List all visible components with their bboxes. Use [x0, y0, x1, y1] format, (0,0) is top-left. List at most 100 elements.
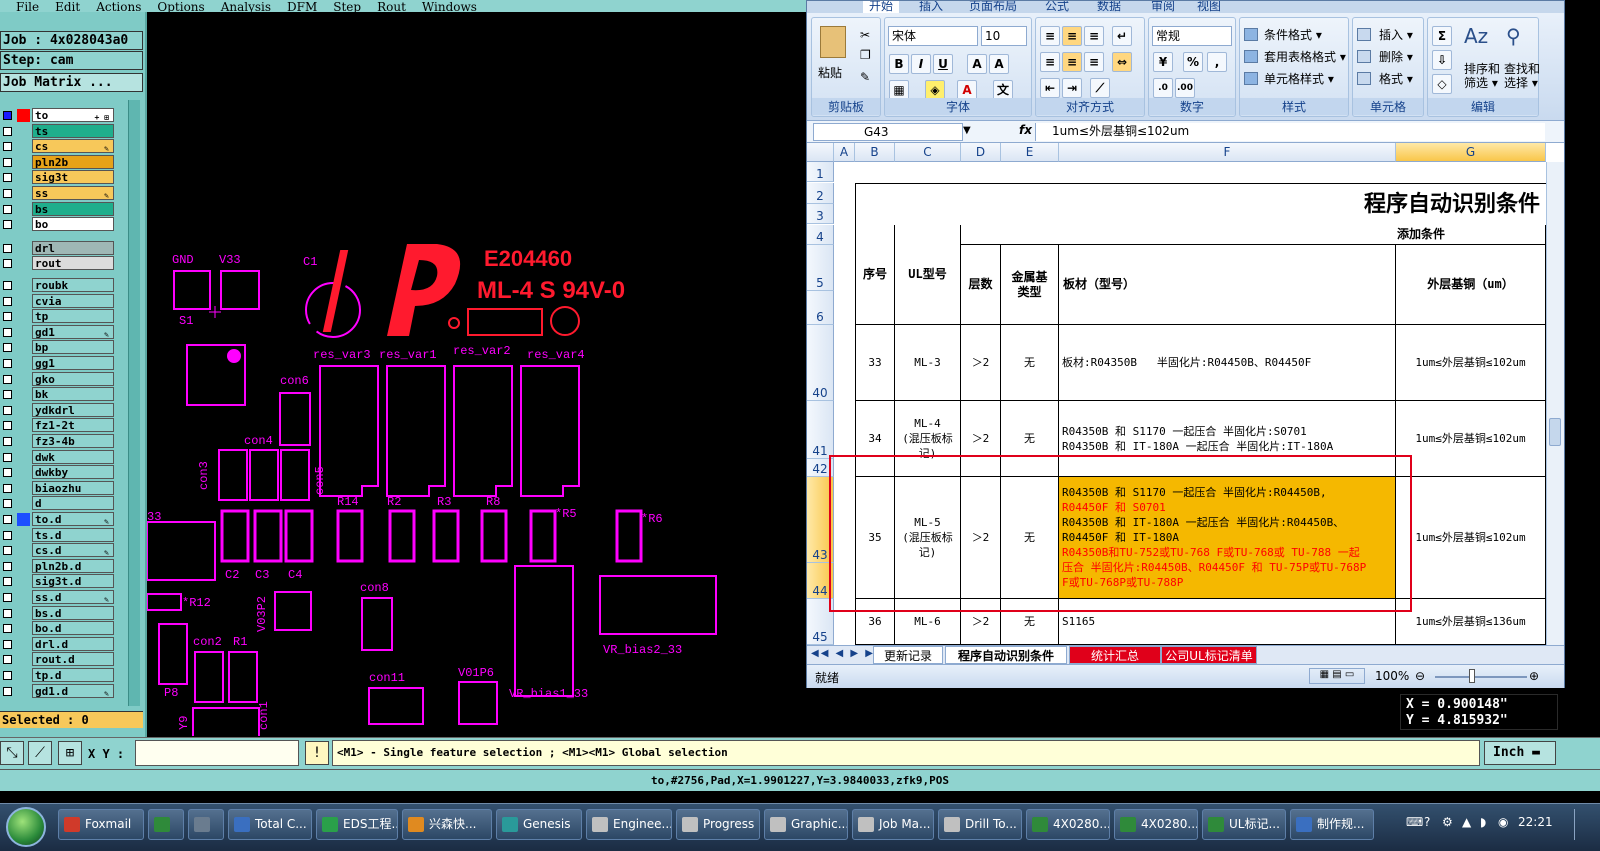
table-cell[interactable]: 板材:R04350B 半固化片:R04450B、R04450F: [1059, 325, 1396, 401]
column-header-c[interactable]: C: [895, 143, 961, 162]
row-header[interactable]: 6: [807, 291, 834, 325]
decrease-decimal-icon[interactable]: .00: [1175, 78, 1195, 98]
layer-row[interactable]: rout: [0, 256, 118, 271]
phonetic-icon[interactable]: 文: [993, 80, 1013, 100]
column-header-e[interactable]: E: [1001, 143, 1059, 162]
layer-row[interactable]: ts: [0, 123, 118, 139]
column-header-a[interactable]: A: [834, 143, 855, 162]
autosum-icon[interactable]: Σ: [1432, 26, 1452, 46]
layer-name[interactable]: bo.d: [32, 621, 114, 636]
layer-checkbox[interactable]: [3, 111, 12, 120]
cells-item[interactable]: 格式 ▾: [1379, 70, 1413, 87]
layer-row[interactable]: ts.d: [0, 527, 118, 543]
menu-step[interactable]: Step: [333, 1, 361, 12]
font-color-icon[interactable]: A: [957, 80, 977, 100]
keyboard-icon[interactable]: ⌨: [1406, 815, 1423, 829]
layer-checkbox[interactable]: [3, 655, 12, 665]
layer-name[interactable]: ts: [32, 123, 114, 138]
layer-checkbox[interactable]: [3, 483, 12, 493]
menu-analysis[interactable]: Analysis: [221, 1, 271, 12]
column-header-d[interactable]: D: [961, 143, 1001, 162]
layer-name[interactable]: ss.d ✎: [32, 590, 114, 604]
layer-row[interactable]: tp: [0, 309, 118, 324]
name-box-dropdown-icon[interactable]: ▼: [963, 125, 971, 136]
layer-checkbox[interactable]: [3, 142, 12, 152]
view-buttons-icon[interactable]: ▦ ▤ ▭: [1309, 668, 1365, 684]
style-item[interactable]: 套用表格格式 ▾: [1264, 48, 1346, 65]
measure-icon[interactable]: ⟋: [28, 741, 52, 765]
table-cell[interactable]: 1um≤外层基铜≤102um: [1396, 477, 1546, 599]
show-desktop-button[interactable]: [1574, 809, 1592, 840]
layer-row[interactable]: cs.d ✎: [0, 543, 118, 558]
units-button[interactable]: Inch ▬: [1484, 741, 1556, 765]
zoom-level[interactable]: 100%: [1375, 669, 1409, 683]
percent-icon[interactable]: %: [1183, 52, 1203, 72]
layer-checkbox[interactable]: [3, 343, 12, 353]
layer-checkbox[interactable]: [3, 296, 12, 306]
layer-row[interactable]: ydkdrl: [0, 402, 118, 418]
layer-row[interactable]: cs ✎: [0, 139, 118, 154]
layer-name[interactable]: cs.d ✎: [32, 543, 114, 558]
sheet-tab[interactable]: 程序自动识别条件: [945, 646, 1067, 664]
layer-name[interactable]: cvia: [32, 293, 114, 308]
taskbar-item[interactable]: Progress: [676, 809, 760, 840]
sheet-tab[interactable]: 公司UL标记清单: [1161, 646, 1257, 664]
align-center-icon[interactable]: ≡: [1062, 52, 1082, 72]
orientation-icon[interactable]: ⟋: [1090, 78, 1110, 98]
sort-filter-icon[interactable]: Aᴢ: [1464, 24, 1488, 48]
formula-input[interactable]: 1um≤外层基铜≤102um: [1035, 123, 1545, 141]
fill-color-icon[interactable]: ◈: [925, 80, 945, 100]
font-name-select[interactable]: 宋体: [888, 26, 978, 46]
layer-name[interactable]: bo: [32, 217, 114, 232]
layer-name[interactable]: d: [32, 496, 114, 511]
layer-checkbox[interactable]: [3, 405, 12, 415]
column-header-f[interactable]: F: [1059, 143, 1396, 162]
layer-row[interactable]: sig3t: [0, 170, 118, 185]
taskbar-item[interactable]: Foxmail: [58, 809, 144, 840]
layer-row[interactable]: gg1: [0, 356, 118, 371]
sheet-tab[interactable]: 更新记录: [873, 646, 943, 664]
tab-0[interactable]: 开始: [863, 1, 900, 13]
vertical-scrollbar[interactable]: [1546, 162, 1564, 645]
layer-checkbox[interactable]: [3, 421, 12, 431]
layer-checkbox[interactable]: [3, 157, 12, 167]
layer-checkbox[interactable]: [3, 468, 12, 478]
layer-checkbox[interactable]: [3, 671, 12, 680]
layer-name[interactable]: biaozhu: [32, 480, 114, 495]
layer-row[interactable]: roubk: [0, 278, 118, 293]
layer-row[interactable]: drl.d: [0, 636, 118, 652]
zoom-in-icon[interactable]: ⊕: [1529, 669, 1539, 683]
align-left-icon[interactable]: ≡: [1040, 52, 1060, 72]
zoom-slider-thumb[interactable]: [1469, 669, 1475, 683]
tab-3[interactable]: 公式: [1045, 1, 1069, 13]
paste-label[interactable]: 粘贴: [818, 64, 842, 81]
layer-name[interactable]: ydkdrl: [32, 402, 114, 417]
layer-name[interactable]: sig3t: [32, 170, 114, 185]
layer-checkbox[interactable]: [3, 577, 12, 587]
menu-rout[interactable]: Rout: [377, 1, 406, 12]
table-cell[interactable]: 33: [855, 325, 895, 401]
layer-row[interactable]: to + ⊞: [0, 108, 118, 123]
layer-row[interactable]: pln2b: [0, 154, 118, 170]
layer-name[interactable]: gd1 ✎: [32, 324, 114, 339]
layer-row[interactable]: pln2b.d: [0, 558, 118, 574]
menu-windows[interactable]: Windows: [422, 1, 477, 12]
layer-row[interactable]: rout.d: [0, 652, 118, 667]
tab-2[interactable]: 页面布局: [969, 1, 1017, 13]
taskbar-item[interactable]: EDS工程...: [316, 809, 398, 840]
layer-checkbox[interactable]: [3, 359, 12, 368]
layer-name[interactable]: gg1: [32, 356, 114, 370]
table-cell[interactable]: 1um≤外层基铜≤102um: [1396, 325, 1546, 401]
pcb-canvas[interactable]: E204460 ML-4 S 94V-0 GND V33 C1 S1 con6 con4 c…: [147, 30, 806, 736]
taskbar-item[interactable]: [148, 809, 184, 840]
layer-row[interactable]: bk: [0, 387, 118, 402]
layer-checkbox[interactable]: [3, 243, 12, 253]
taskbar-item[interactable]: 制作规...: [1290, 809, 1374, 840]
border-icon[interactable]: ▦: [889, 80, 909, 100]
layer-checkbox[interactable]: [3, 312, 12, 322]
align-right-icon[interactable]: ≡: [1084, 52, 1104, 72]
tray-arrow-icon[interactable]: ▲: [1462, 815, 1471, 829]
comma-icon[interactable]: ,: [1207, 52, 1227, 72]
align-bottom-icon[interactable]: ≡: [1084, 26, 1104, 46]
layer-name[interactable]: to.d ✎: [32, 512, 114, 526]
